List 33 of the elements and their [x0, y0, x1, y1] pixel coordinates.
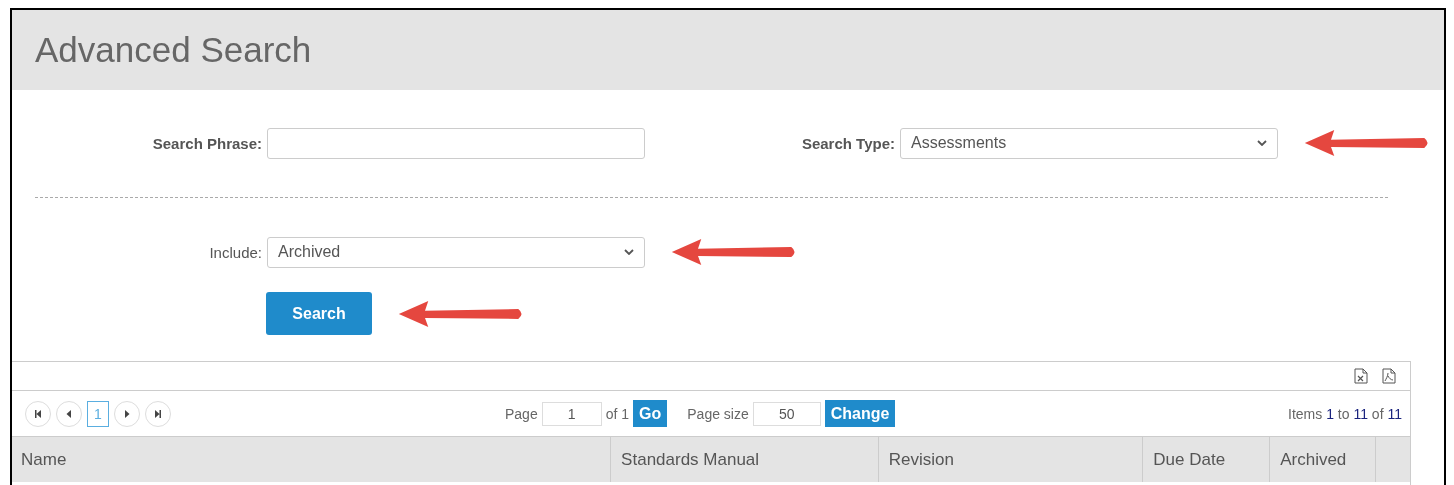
column-header[interactable]: Archived — [1269, 437, 1376, 482]
page-title: Advanced Search — [35, 30, 312, 70]
chevron-down-icon — [624, 249, 634, 255]
column-header[interactable]: Standards Manual — [610, 437, 878, 482]
pdf-export-icon[interactable] — [1382, 368, 1396, 384]
field-label: Include: — [208, 243, 263, 261]
go-button[interactable]: Go — [633, 400, 668, 427]
column-header[interactable]: Revision — [877, 437, 1143, 482]
page-size-field[interactable]: 50 — [752, 401, 821, 426]
excel-export-icon[interactable] — [1354, 368, 1368, 384]
first-page-button[interactable] — [25, 400, 51, 427]
last-page-button[interactable] — [145, 400, 171, 427]
first-page-icon — [34, 409, 42, 418]
search-type-dropdown[interactable]: Assessments — [900, 127, 1278, 159]
previous-page-button[interactable] — [56, 400, 82, 427]
search-button[interactable]: Search — [266, 292, 372, 335]
field-label: Search Type: — [800, 134, 896, 152]
search-phrase-field[interactable] — [267, 127, 645, 159]
items-count: Items 1 to 11 of 11 — [1288, 405, 1402, 422]
page-label: Page — [505, 405, 538, 422]
change-button[interactable]: Change — [824, 400, 896, 427]
column-header[interactable]: Due Date — [1142, 437, 1270, 482]
field-label: Search Phrase: — [151, 134, 263, 152]
next-page-icon — [123, 409, 131, 418]
include-dropdown[interactable]: Archived — [267, 236, 645, 268]
last-page-icon — [154, 409, 162, 418]
column-header[interactable]: Name — [12, 437, 611, 482]
next-page-button[interactable] — [114, 400, 140, 427]
previous-page-icon — [65, 409, 73, 418]
page-size-label: Page size — [687, 405, 749, 422]
page-count: of 1 — [605, 405, 630, 422]
page-number-field[interactable]: 1 — [541, 401, 602, 426]
chevron-down-icon — [1257, 140, 1267, 146]
